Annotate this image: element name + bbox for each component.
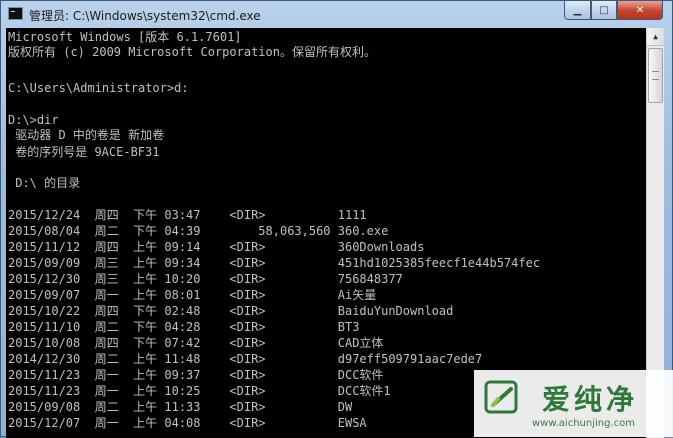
dir-entry-row: 2014/12/30 周二 上午 11:48 <DIR> d97eff50979… — [8, 352, 483, 366]
arrow-up-icon: ▲ — [653, 32, 658, 41]
maximize-icon: □ — [599, 4, 609, 16]
window-title: 管理员: C:\Windows\system32\cmd.exe — [29, 9, 261, 23]
console-line: 卷的序列号是 9ACE-BF31 — [8, 145, 160, 159]
watermark-url: www.aichunjing.com — [532, 418, 635, 429]
scroll-up-button[interactable]: ▲ — [647, 28, 664, 46]
dir-entry-row: 2015/09/09 周三 上午 09:34 <DIR> 451hd102538… — [8, 256, 541, 270]
maximize-button[interactable]: □ — [591, 1, 617, 20]
console-line: D:\ 的目录 — [8, 176, 81, 190]
console-line: Microsoft Windows [版本 6.1.7601] — [8, 30, 242, 44]
title-bar[interactable]: 管理员: C:\Windows\system32\cmd.exe ▁ □ ✕ — [1, 1, 672, 28]
cmd-app-icon[interactable] — [8, 7, 23, 20]
close-button[interactable]: ✕ — [617, 1, 663, 20]
watermark-title: 爱纯净 — [542, 383, 639, 416]
dir-entry-row: 2015/11/23 周一 上午 09:37 <DIR> DCC软件 — [8, 368, 384, 382]
minimize-icon: ▁ — [573, 4, 582, 16]
dir-entry-row: 2015/12/07 周一 上午 04:08 <DIR> EWSA — [8, 416, 367, 430]
console-line: D:\>dir — [8, 113, 59, 127]
dir-entry-row: 2015/11/10 周二 下午 04:28 <DIR> BT3 — [8, 320, 360, 334]
dir-entry-row: 2015/10/08 周四 下午 07:42 <DIR> CAD立体 — [8, 336, 384, 350]
dir-entry-row: 2015/12/30 周三 上午 10:20 <DIR> 756848377 — [8, 272, 403, 286]
scroll-thumb[interactable] — [648, 48, 663, 103]
console-line: C:\Users\Administrator>d: — [8, 81, 189, 95]
console-line: 驱动器 D 中的卷是 新加卷 — [8, 128, 165, 142]
dir-entry-row: 2015/12/24 周四 下午 03:47 <DIR> 1111 — [8, 208, 367, 222]
aichunjing-logo-icon — [484, 380, 518, 414]
console-line: 版权所有 (c) 2009 Microsoft Corporation。保留所有… — [8, 45, 376, 59]
minimize-button[interactable]: ▁ — [564, 1, 591, 20]
dir-entry-row: 2015/11/12 周四 上午 09:14 <DIR> 360Download… — [8, 240, 425, 254]
dir-entry-row: 2015/10/22 周四 下午 02:48 <DIR> BaiduYunDow… — [8, 304, 454, 318]
close-icon: ✕ — [635, 4, 645, 16]
dir-entry-row: 2015/08/04 周二 下午 04:39 58,063,560 360.ex… — [8, 224, 389, 238]
dir-entry-row: 2015/09/07 周一 上午 08:01 <DIR> Ai矢量 — [8, 288, 377, 302]
watermark: 爱纯净 www.aichunjing.com — [474, 370, 673, 437]
dir-entry-row: 2015/09/08 周二 上午 11:33 <DIR> DW — [8, 400, 353, 414]
dir-entry-row: 2015/11/23 周一 上午 10:25 <DIR> DCC软件1 — [8, 384, 391, 398]
